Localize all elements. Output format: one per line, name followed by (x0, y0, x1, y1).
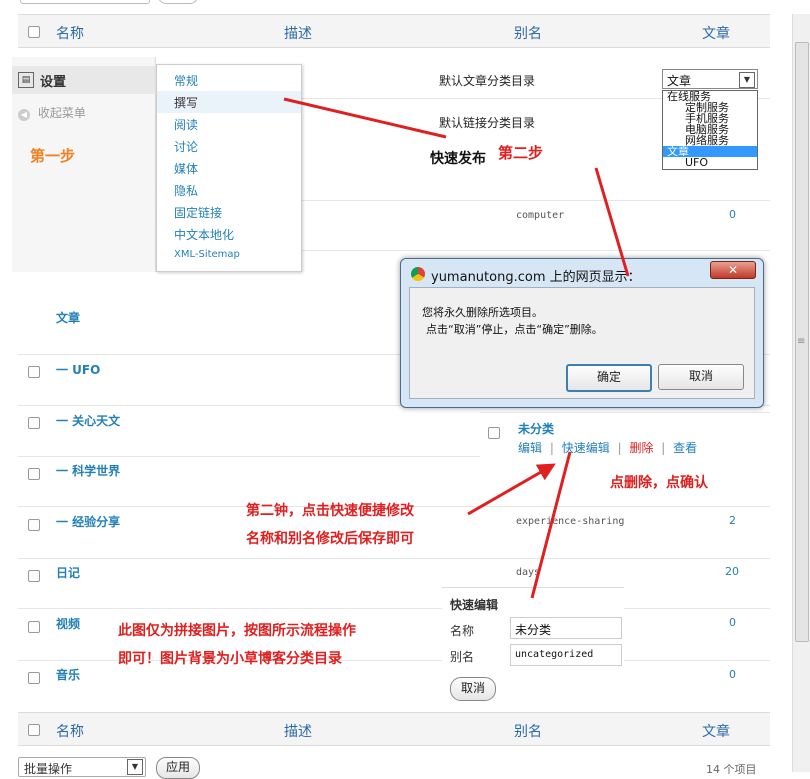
arrow-writing-to-quick-publish (283, 97, 447, 139)
arrow-to-dialog (594, 167, 630, 277)
arrow-to-quick-edit (467, 463, 556, 516)
annotation-arrows (283, 97, 630, 599)
